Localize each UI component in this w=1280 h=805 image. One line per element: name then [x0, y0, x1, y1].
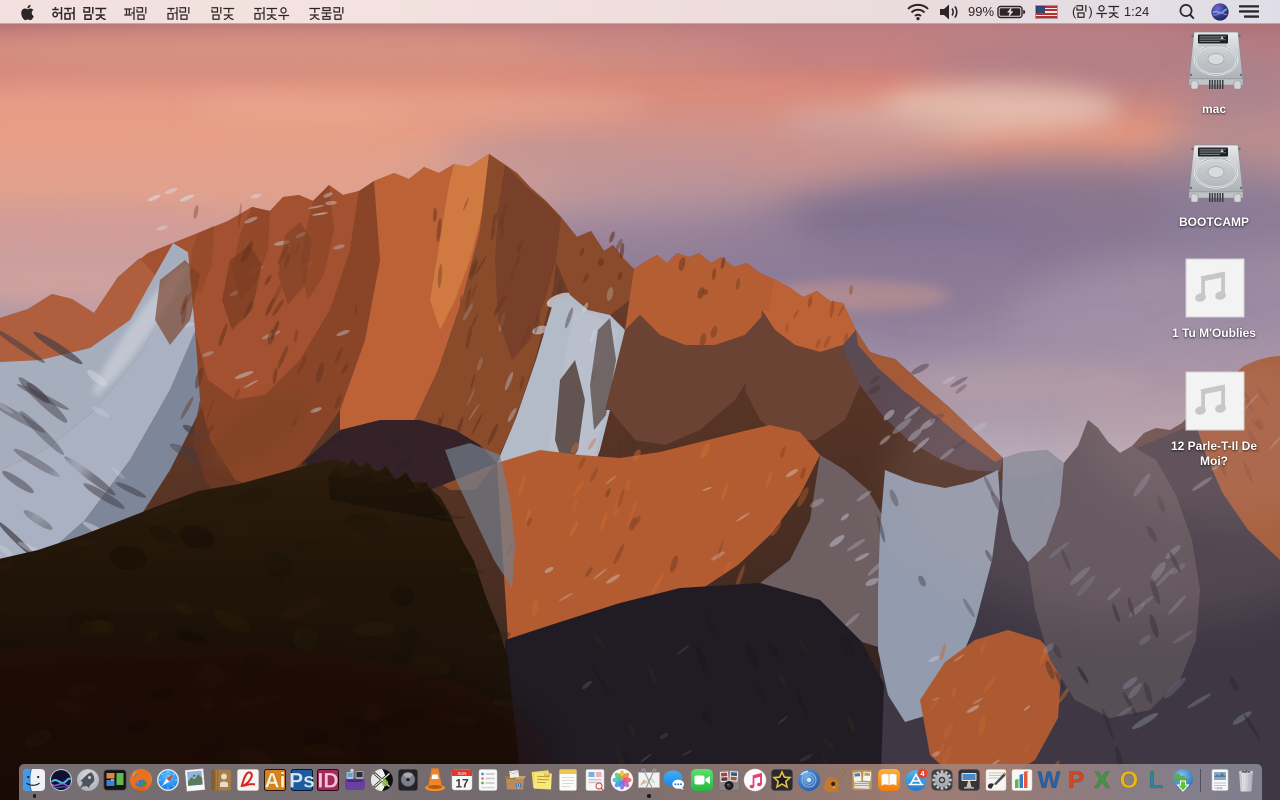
svg-text:P: P: [1068, 768, 1084, 792]
svg-text:17: 17: [455, 777, 469, 791]
svg-text:RTF: RTF: [1217, 787, 1223, 791]
svg-text:Q: Q: [517, 783, 521, 789]
svg-text:Ps: Ps: [290, 770, 314, 793]
svg-text:Fun: Fun: [544, 773, 550, 777]
svg-text:Ai: Ai: [265, 770, 286, 793]
svg-text:X: X: [1094, 768, 1110, 792]
svg-text:SUN: SUN: [458, 771, 467, 776]
svg-text:W: W: [1038, 768, 1061, 792]
svg-text:ID: ID: [318, 770, 339, 793]
svg-text:O: O: [1120, 768, 1139, 792]
svg-text:L: L: [1149, 768, 1164, 792]
